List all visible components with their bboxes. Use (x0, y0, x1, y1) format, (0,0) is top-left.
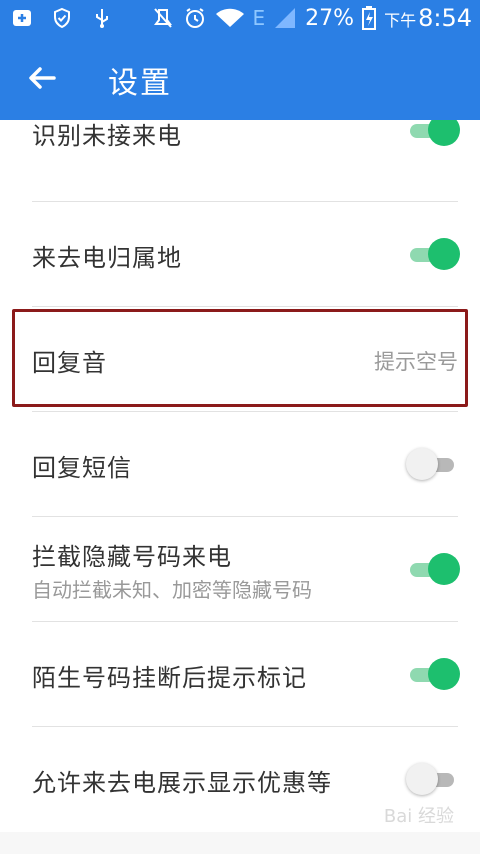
setting-label: 陌生号码挂断后提示标记 (32, 664, 307, 692)
time-value: 8:54 (418, 4, 472, 32)
setting-row-missed-call[interactable]: 识别未接来电 (0, 120, 480, 204)
setting-label: 识别未接来电 (32, 122, 182, 150)
signal-icon (275, 8, 296, 28)
wifi-icon (215, 8, 244, 27)
stranger-mark-toggle[interactable] (408, 658, 460, 690)
time-period: 下午 (384, 11, 417, 30)
page-title: 设置 (108, 66, 172, 101)
missed-call-toggle[interactable] (408, 120, 460, 146)
battery-icon (362, 6, 377, 30)
setting-row-location[interactable]: 来去电归属地 (0, 202, 480, 306)
setting-row-reply-sms[interactable]: 回复短信 (0, 412, 480, 516)
battery-level: 27% (305, 5, 355, 31)
location-toggle[interactable] (408, 238, 460, 270)
mute-icon (153, 8, 172, 28)
promo-toggle[interactable] (406, 763, 460, 795)
bottom-edge (0, 832, 480, 854)
notification-add-icon (13, 10, 31, 26)
watermark: Bai 经验 (383, 806, 454, 827)
block-hidden-toggle[interactable] (408, 553, 460, 585)
setting-label: 拦截隐藏号码来电 (32, 543, 232, 571)
status-bar: E 27% 下午8:54 (0, 0, 480, 38)
reply-sms-toggle[interactable] (406, 448, 460, 480)
setting-row-stranger-mark[interactable]: 陌生号码挂断后提示标记 (0, 622, 480, 726)
setting-row-block-hidden[interactable]: 拦截隐藏号码来电 自动拦截未知、加密等隐藏号码 (0, 517, 480, 621)
alarm-icon (185, 8, 204, 28)
usb-icon (96, 9, 108, 28)
setting-label: 来去电归属地 (32, 244, 182, 272)
shield-check-icon (54, 7, 70, 29)
back-arrow-icon[interactable] (22, 58, 62, 98)
setting-sublabel: 自动拦截未知、加密等隐藏号码 (32, 578, 312, 602)
title-bar: 设置 (0, 38, 480, 120)
highlight-box (12, 309, 468, 407)
app-bar: E 27% 下午8:54 设置 (0, 0, 480, 120)
settings-list: 识别未接来电 来去电归属地 回复音 提示空号 回复短信 拦截隐藏号码来电 自动拦… (0, 120, 480, 854)
clock: 下午8:54 (384, 4, 472, 32)
setting-label: 回复短信 (32, 454, 132, 482)
network-type: E (252, 6, 266, 30)
setting-label: 允许来去电展示显示优惠等 (32, 769, 332, 797)
